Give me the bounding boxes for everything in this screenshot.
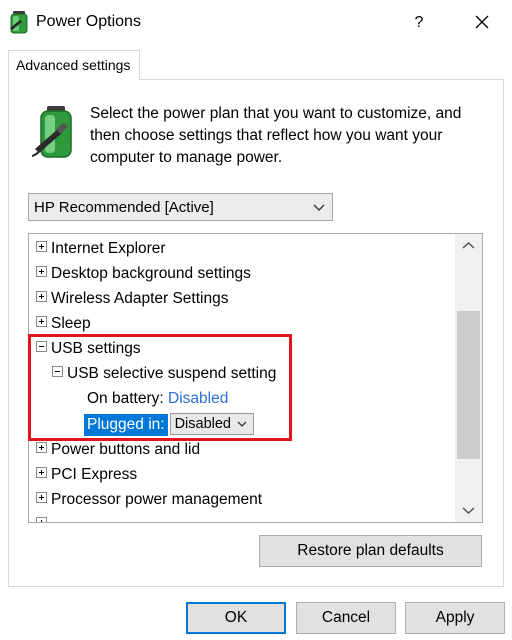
scroll-thumb[interactable] — [457, 311, 480, 459]
plugged-in-value: Disabled — [174, 416, 231, 432]
tree-item-pci-express[interactable]: PCI Express — [36, 463, 137, 487]
expand-icon[interactable] — [36, 492, 47, 504]
tree-item-sleep[interactable]: Sleep — [36, 312, 91, 336]
scroll-up-button[interactable] — [455, 234, 482, 258]
tree-item-power-buttons[interactable]: Power buttons and lid — [36, 438, 200, 462]
collapse-icon[interactable] — [52, 366, 63, 378]
scroll-down-button[interactable] — [455, 498, 482, 522]
plugged-in-label: Plugged in: — [84, 414, 168, 436]
intro-text: Select the power plan that you want to c… — [90, 105, 462, 166]
tree-item-desktop-background[interactable]: Desktop background settings — [36, 262, 251, 286]
expand-icon[interactable] — [36, 316, 47, 328]
chevron-down-icon — [462, 507, 475, 515]
tree-item-processor-power[interactable]: Processor power management — [36, 488, 262, 512]
close-button[interactable] — [466, 8, 498, 36]
battery-plug-icon — [32, 106, 72, 158]
tree-item-usb-selective-suspend[interactable]: USB selective suspend setting — [52, 362, 276, 386]
tree-item-on-battery: On battery: Disabled — [87, 387, 228, 411]
on-battery-label: On battery: — [87, 390, 164, 407]
tree-item-usb-settings[interactable]: USB settings — [36, 337, 141, 361]
power-plan-select[interactable]: HP Recommended [Active] — [28, 193, 333, 221]
settings-tree[interactable]: Internet Explorer Desktop background set… — [28, 233, 483, 523]
close-icon — [475, 15, 489, 29]
expand-icon[interactable] — [36, 442, 47, 454]
ok-button[interactable]: OK — [186, 602, 286, 634]
chevron-down-icon — [237, 421, 247, 427]
on-battery-value-link[interactable]: Disabled — [168, 390, 228, 407]
cancel-button[interactable]: Cancel — [296, 602, 396, 634]
power-options-icon — [10, 11, 28, 34]
tree-scrollbar[interactable] — [455, 234, 482, 522]
power-plan-value: HP Recommended [Active] — [34, 199, 214, 216]
tab-advanced-settings[interactable]: Advanced settings — [8, 50, 140, 80]
tree-item-plugged-in: Plugged in: Disabled — [84, 413, 254, 437]
tree-item-partial[interactable] — [36, 513, 51, 522]
title-bar: Power Options ? — [0, 0, 512, 46]
expand-icon[interactable] — [36, 467, 47, 479]
expand-icon[interactable] — [36, 266, 47, 278]
window-title: Power Options — [36, 13, 141, 30]
collapse-icon[interactable] — [36, 341, 47, 353]
expand-icon[interactable] — [36, 291, 47, 303]
restore-defaults-button[interactable]: Restore plan defaults — [259, 535, 482, 567]
expand-icon[interactable] — [36, 517, 47, 522]
tree-item-wireless-adapter[interactable]: Wireless Adapter Settings — [36, 287, 228, 311]
tree-item-internet-explorer[interactable]: Internet Explorer — [36, 237, 166, 261]
chevron-down-icon — [313, 204, 325, 211]
chevron-up-icon — [462, 241, 475, 249]
plugged-in-select[interactable]: Disabled — [169, 413, 254, 435]
expand-icon[interactable] — [36, 241, 47, 253]
apply-button[interactable]: Apply — [405, 602, 505, 634]
help-button[interactable]: ? — [404, 10, 434, 36]
